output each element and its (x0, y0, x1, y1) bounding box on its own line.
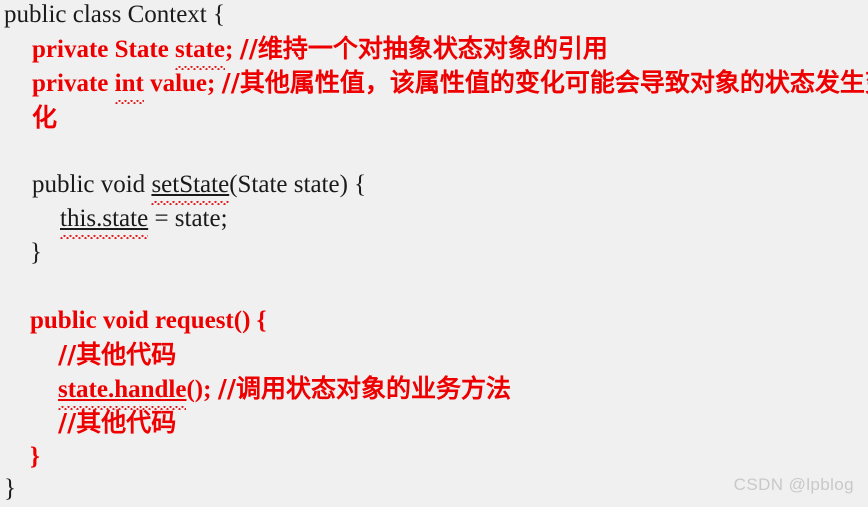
code-snippet: public class Context { private State sta… (0, 0, 868, 507)
code-identifier: value; (143, 70, 222, 97)
spellcheck-token-int: int (114, 67, 145, 104)
code-line-class-declaration: public class Context { (0, 0, 868, 32)
code-comment-cn: //维持一个对抽象状态对象的引用 (239, 34, 608, 63)
code-line-setstate-close-brace: } (0, 236, 868, 270)
spellcheck-token-state: state (175, 33, 225, 70)
code-line-request-signature: public void request() { (0, 304, 868, 338)
code-punctuation: ; (225, 36, 240, 63)
csdn-watermark: CSDN @lpblog (733, 475, 854, 494)
code-text: public void request() { (30, 307, 267, 334)
code-brace: } (30, 239, 42, 266)
code-comment-cn: //其他代码 (58, 340, 177, 369)
code-line-comment-other-2: //其他代码 (0, 406, 868, 441)
code-line-setstate-assignment: this.state = state; (0, 202, 868, 239)
code-expression: = state; (148, 205, 228, 232)
code-brace: } (4, 475, 16, 502)
code-line-field-value: private int value; //其他属性值，该属性值的变化可能会导致对… (0, 66, 868, 136)
code-line-comment-other-1: //其他代码 (0, 338, 868, 373)
code-keyword: private (32, 70, 115, 97)
code-line-setstate-signature: public void setState(State state) { (0, 168, 868, 205)
spellcheck-token-state-handle: state.handle (58, 373, 187, 410)
code-call-parens: (); (186, 376, 218, 403)
code-keyword: private State (32, 36, 176, 63)
code-keyword: public void (32, 171, 152, 198)
code-comment-cn: //调用状态对象的业务方法 (217, 374, 511, 403)
code-params: (State state) { (229, 171, 367, 198)
code-brace: } (30, 443, 40, 470)
spellcheck-token-setstate: setState (151, 168, 229, 205)
code-line-state-handle-call: state.handle(); //调用状态对象的业务方法 (0, 372, 868, 410)
spellcheck-token-this-state: this.state (60, 202, 149, 239)
code-comment-cn: //其他代码 (58, 408, 177, 437)
code-text: public class Context { (4, 1, 225, 28)
code-line-request-close-brace: } (0, 440, 868, 474)
code-line-field-state: private State state; //维持一个对抽象状态对象的引用 (0, 32, 868, 70)
